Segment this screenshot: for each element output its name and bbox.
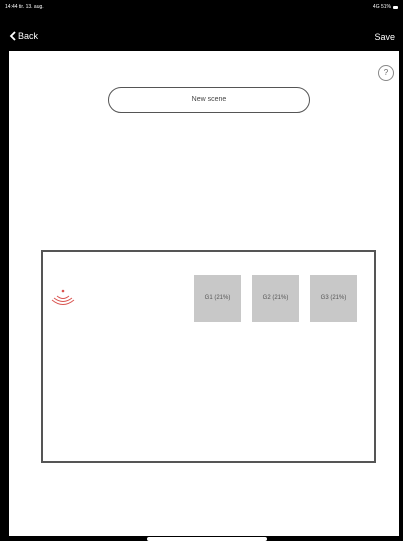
navigation-bar: Back Save [0, 14, 403, 51]
save-button[interactable]: Save [374, 32, 395, 42]
status-signal: 4G 51% [372, 4, 391, 10]
battery-icon [393, 5, 398, 9]
status-bar: 14:44 tir. 13. aug. 4G 51% [0, 0, 403, 14]
home-indicator[interactable] [147, 537, 267, 541]
scene-name-field[interactable]: New scene [108, 87, 310, 113]
chevron-left-icon [9, 31, 16, 41]
back-button[interactable]: Back [9, 31, 38, 41]
screen: 14:44 tir. 13. aug. 4G 51% Back Save ? N… [0, 0, 403, 541]
back-label: Back [18, 31, 39, 41]
scene-canvas[interactable]: G1 (21%) G2 (21%) G3 (21%) [41, 250, 376, 463]
help-button[interactable]: ? [378, 65, 394, 81]
group-tile-g1[interactable]: G1 (21%) [194, 275, 241, 322]
group-tile-g2[interactable]: G2 (21%) [252, 275, 299, 322]
motion-sensor-icon[interactable] [51, 288, 75, 308]
status-time-date: 14:44 tir. 13. aug. [5, 4, 44, 10]
scene-editor: ? New scene G1 (21%) G2 (21%) G3 (21%) [9, 51, 399, 536]
status-indicators: 4G 51% [373, 4, 398, 10]
group-tile-g3[interactable]: G3 (21%) [310, 275, 357, 322]
